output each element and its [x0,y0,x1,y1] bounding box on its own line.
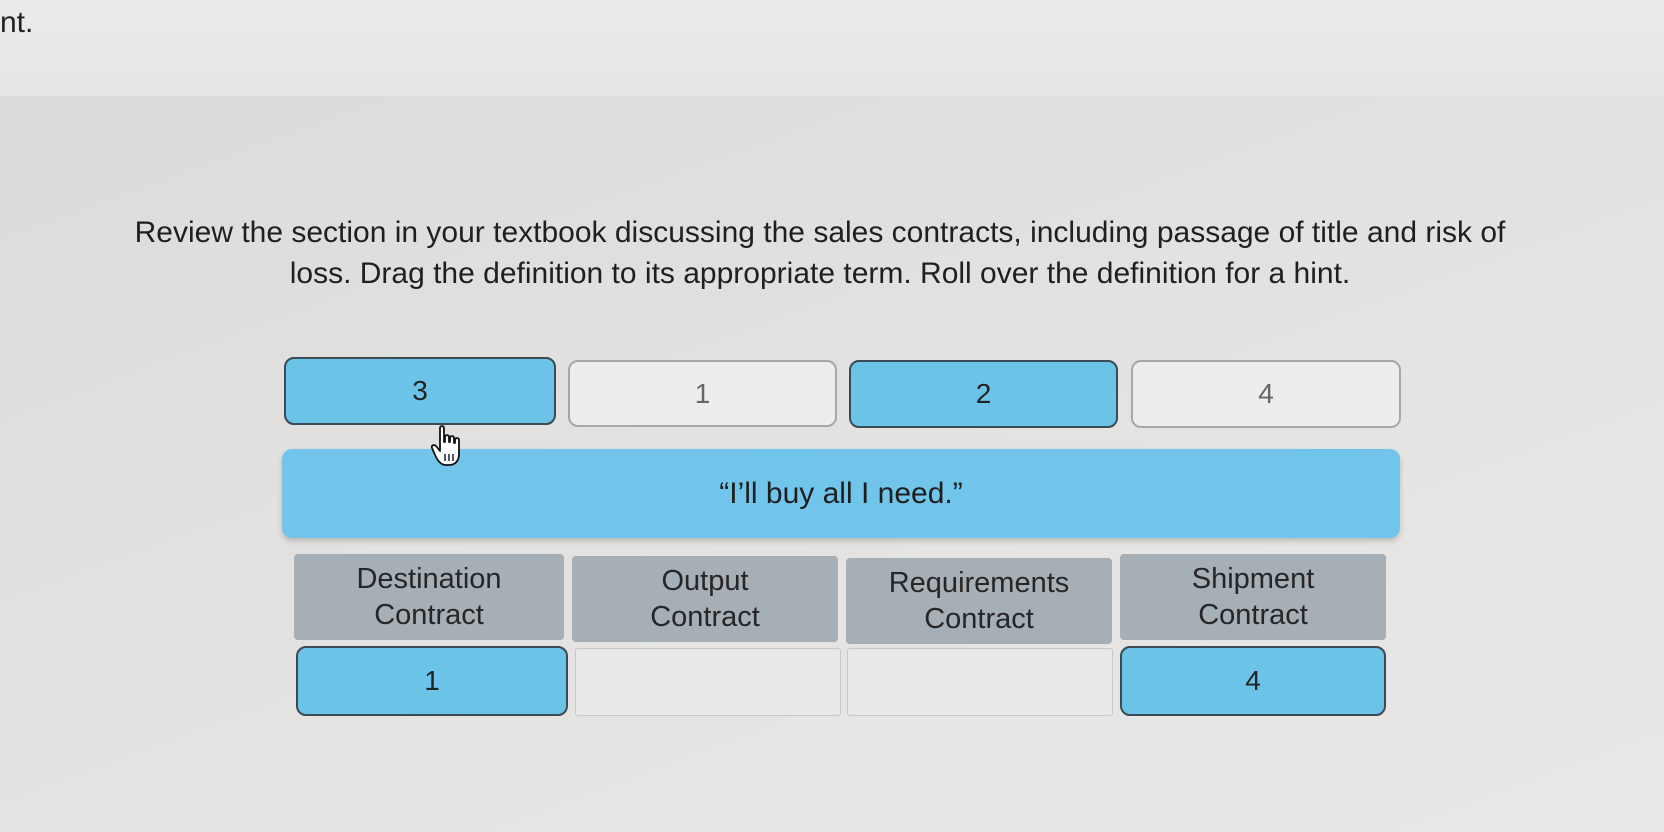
number-tile-label: 1 [694,377,711,409]
answer-slot-output[interactable] [575,648,841,716]
instructions-line-1: Review the section in your textbook disc… [134,216,1506,249]
number-tile-4[interactable]: 4 [1131,360,1401,428]
term-destination-contract: Destination Contract [294,554,564,640]
answer-slot-shipment[interactable]: 4 [1120,646,1386,716]
number-tile-1[interactable]: 1 [568,360,837,427]
top-strip: nt. [0,0,1664,97]
term-line-1: Output [661,565,749,597]
term-shipment-contract: Shipment Contract [1120,554,1386,640]
answer-slot-value: 1 [424,665,440,696]
number-tile-label: 2 [975,378,992,409]
answer-slot-requirements[interactable] [847,648,1113,716]
term-line-1: Requirements [888,567,1070,599]
term-line-2: Contract [650,601,760,633]
instructions: Review the section in your textbook disc… [30,212,1610,294]
answer-slot-destination[interactable]: 1 [296,646,568,716]
previous-text-fragment: nt. [0,6,34,39]
definition-text: “I’ll buy all I need.” [719,476,963,510]
term-line-2: Contract [1198,599,1308,631]
hand-pointer-icon [430,425,460,466]
term-line-2: Contract [924,603,1034,635]
term-requirements-contract: Requirements Contract [846,558,1112,644]
term-line-1: Destination [356,563,502,595]
term-output-contract: Output Contract [572,556,838,642]
term-line-2: Contract [374,599,484,631]
instructions-line-2: loss. Drag the definition to its appropr… [289,257,1351,290]
number-tile-2[interactable]: 2 [849,360,1118,428]
term-line-1: Shipment [1191,563,1315,595]
number-tile-label: 4 [1258,378,1274,409]
number-tile-3[interactable]: 3 [284,357,556,425]
answer-slot-value: 4 [1245,665,1261,696]
number-tile-label: 3 [412,375,428,406]
